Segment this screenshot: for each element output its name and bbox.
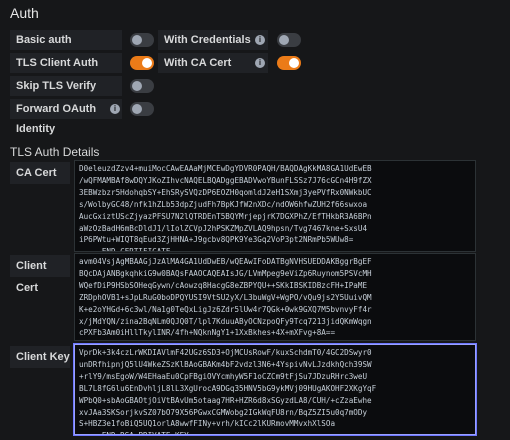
forward-oauth-identity-label: Forward OAuth Identity xyxy=(10,99,122,135)
skip-tls-verify-label: Skip TLS Verify xyxy=(10,76,122,96)
toggle-knob xyxy=(142,58,152,68)
client-cert-textarea[interactable]: avm04VsjAgMBAAGjJzAlMA4GA1UdDwEB/wQEAwIF… xyxy=(74,253,476,341)
info-icon[interactable]: i xyxy=(110,104,120,114)
client-key-label: Client Key xyxy=(10,346,70,368)
ca-cert-textarea[interactable]: D0eleuzdZzv4+muiMocCAwEAAaMjMCEwDgYDVR0P… xyxy=(74,160,476,252)
toggle-knob xyxy=(279,35,289,45)
tls-client-auth-label: TLS Client Auth xyxy=(10,53,122,73)
toggle-knob xyxy=(289,58,299,68)
ca-cert-label: CA Cert xyxy=(10,162,70,184)
forward-oauth-identity-toggle[interactable] xyxy=(130,102,154,116)
client-key-textarea[interactable]: VprDk+3k4czLrWKDIAVlmF42UGz6SD3+OjMCUsRo… xyxy=(74,344,476,435)
with-ca-cert-label: With CA Cert xyxy=(158,53,268,73)
toggle-knob xyxy=(132,104,142,114)
page-title: Auth xyxy=(10,5,39,21)
info-icon[interactable]: i xyxy=(255,58,265,68)
basic-auth-label: Basic auth xyxy=(10,30,122,50)
with-credentials-toggle[interactable] xyxy=(277,33,301,47)
toggle-knob xyxy=(132,81,142,91)
client-cert-label: Client Cert xyxy=(10,255,70,294)
basic-auth-toggle[interactable] xyxy=(130,33,154,47)
tls-auth-details-title: TLS Auth Details xyxy=(10,145,100,159)
skip-tls-verify-toggle[interactable] xyxy=(130,79,154,93)
with-ca-cert-toggle[interactable] xyxy=(277,56,301,70)
toggle-knob xyxy=(132,35,142,45)
info-icon[interactable]: i xyxy=(255,35,265,45)
tls-client-auth-toggle[interactable] xyxy=(130,56,154,70)
with-credentials-label: With Credentials xyxy=(158,30,268,50)
